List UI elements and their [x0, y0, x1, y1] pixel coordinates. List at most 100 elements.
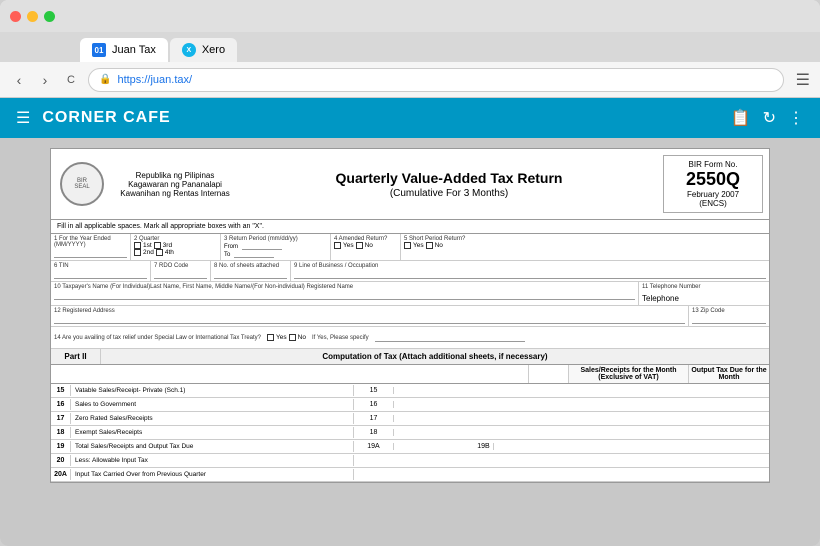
- q3-checkbox[interactable]: [154, 242, 161, 249]
- address-bar: ‹ › C 🔒 https://juan.tax/ ☰: [0, 62, 820, 98]
- hamburger-menu[interactable]: ☰: [16, 108, 30, 128]
- return-period-label: 3 Return Period (mm/dd/yy): [224, 236, 327, 242]
- taxpayer-label: 10 Taxpayer's Name (For Individual)Last …: [54, 284, 635, 290]
- col1-header: Sales/Receipts for the Month (Exclusive …: [569, 365, 689, 383]
- amended-yes-cb[interactable]: [334, 242, 341, 249]
- form-number-area: BIR Form No. 2550Q February 2007 (ENCS): [663, 155, 763, 213]
- specify-label: If Yes, Please specify: [312, 335, 369, 341]
- app-title: CORNER CAFE: [42, 109, 718, 127]
- cell-line-of-business: 9 Line of Business / Occupation: [291, 261, 769, 281]
- forward-button[interactable]: ›: [36, 71, 54, 89]
- agency-line3: Kawanihan ng Rentas Internas: [115, 189, 235, 198]
- form-date: February 2007: [687, 190, 739, 199]
- row15-num: 15: [51, 385, 71, 396]
- doc-icon[interactable]: 📋: [731, 108, 751, 128]
- rdo-input[interactable]: [154, 271, 207, 279]
- back-button[interactable]: ‹: [10, 71, 28, 89]
- refresh-button[interactable]: C: [62, 71, 80, 89]
- col2-header: Output Tax Due for the Month: [689, 365, 769, 383]
- to-input[interactable]: [234, 252, 274, 258]
- short-period-checkboxes: Yes No: [404, 242, 766, 249]
- tin-label: 6 TIN: [54, 263, 147, 269]
- browser-menu-icon[interactable]: ☰: [796, 70, 810, 90]
- q4-checkbox[interactable]: [156, 249, 163, 256]
- form-row-3: 10 Taxpayer's Name (For Individual)Last …: [51, 282, 769, 306]
- telephone-label: 11 Telephone Number: [642, 284, 766, 290]
- tab-xero[interactable]: X Xero: [170, 38, 237, 62]
- header-icons: 📋 ↻ ⋮: [731, 108, 804, 128]
- short-yes-cb[interactable]: [404, 242, 411, 249]
- more-menu-icon[interactable]: ⋮: [788, 108, 804, 128]
- browser-window: 01 Juan Tax X Xero ‹ › C 🔒 https://juan.…: [0, 0, 820, 546]
- tab-xero-label: Xero: [202, 44, 225, 56]
- row17-label: Zero Rated Sales/Receipts: [71, 413, 354, 424]
- q1-label: 1st: [143, 242, 152, 249]
- cell-short-period: 5 Short Period Return? Yes No: [401, 234, 769, 260]
- titlebar: [0, 0, 820, 32]
- rdo-label: 7 RDO Code: [154, 263, 207, 269]
- period-dates2: To: [224, 252, 327, 258]
- q2-checkbox[interactable]: [134, 249, 141, 256]
- relief-no-cb[interactable]: [289, 334, 296, 341]
- lob-input[interactable]: [294, 271, 766, 279]
- agency-line2: Kagawaran ng Pananalapi: [115, 180, 235, 189]
- minimize-button[interactable]: [27, 11, 38, 22]
- col-headers: Sales/Receipts for the Month (Exclusive …: [51, 365, 769, 384]
- row20a-num: 20A: [51, 469, 71, 480]
- year-label: 1 For the Year Ended (MM/YYYY): [54, 236, 127, 248]
- url-bar[interactable]: 🔒 https://juan.tax/: [88, 68, 784, 92]
- relief-yes-label: Yes: [276, 334, 287, 341]
- cell-year: 1 For the Year Ended (MM/YYYY): [51, 234, 131, 260]
- row18-label: Exempt Sales/Receipts: [71, 427, 354, 438]
- tax-form: BIRSEAL Republika ng Pilipinas Kagawaran…: [50, 148, 770, 483]
- zip-input[interactable]: [692, 316, 766, 324]
- specify-input[interactable]: [375, 334, 525, 342]
- tab-juan-tax[interactable]: 01 Juan Tax: [80, 38, 168, 62]
- url-text: https://juan.tax/: [117, 74, 192, 86]
- amended-yes-label: Yes: [343, 242, 354, 249]
- part2-title: Computation of Tax (Attach additional sh…: [101, 349, 769, 364]
- tin-input[interactable]: [54, 271, 147, 279]
- period-dates: From: [224, 244, 327, 250]
- cell-sheets: 8 No. of sheets attached: [211, 261, 291, 281]
- row19-num: 19: [51, 441, 71, 452]
- address-input[interactable]: [54, 316, 685, 324]
- zip-label: 13 Zip Code: [692, 308, 766, 314]
- sheets-input[interactable]: [214, 271, 287, 279]
- form-encs: (ENCS): [699, 199, 727, 208]
- amended-no-cb[interactable]: [356, 242, 363, 249]
- row16-label: Sales to Government: [71, 399, 354, 410]
- row-17: 17 Zero Rated Sales/Receipts 17: [51, 412, 769, 426]
- taxpayer-input[interactable]: [54, 292, 635, 300]
- tab-xero-icon: X: [182, 43, 196, 57]
- short-no-label: No: [435, 242, 443, 249]
- quarter-checkboxes: 1st 3rd: [134, 242, 217, 249]
- maximize-button[interactable]: [44, 11, 55, 22]
- q1-checkbox[interactable]: [134, 242, 141, 249]
- tax-relief-checkboxes: Yes No: [267, 334, 306, 341]
- cell-taxpayer-name: 10 Taxpayer's Name (For Individual)Last …: [51, 282, 639, 305]
- amended-checkboxes: Yes No: [334, 242, 397, 249]
- tab-juan-label: Juan Tax: [112, 44, 156, 56]
- short-no-cb[interactable]: [426, 242, 433, 249]
- cell-tin: 6 TIN: [51, 261, 151, 281]
- row-20: 20 Less: Allowable Input Tax: [51, 454, 769, 468]
- form-number: 2550Q: [686, 169, 740, 190]
- year-input[interactable]: [54, 250, 127, 258]
- cell-zip: 13 Zip Code: [689, 306, 769, 326]
- row-18: 18 Exempt Sales/Receipts 18: [51, 426, 769, 440]
- form-instructions: Fill in all applicable spaces. Mark all …: [51, 220, 769, 234]
- relief-yes-cb[interactable]: [267, 334, 274, 341]
- cell-return-period: 3 Return Period (mm/dd/yy) From To: [221, 234, 331, 260]
- from-input[interactable]: [242, 244, 282, 250]
- form-subtitle: (Cumulative For 3 Months): [243, 188, 655, 199]
- q4-label: 4th: [165, 249, 174, 256]
- close-button[interactable]: [10, 11, 21, 22]
- row20-label: Less: Allowable Input Tax: [71, 455, 354, 466]
- cell-address: 12 Registered Address: [51, 306, 689, 326]
- form-main-title: Quarterly Value-Added Tax Return: [243, 170, 655, 186]
- form-row-5: 14 Are you availing of tax relief under …: [51, 327, 769, 349]
- row20-num: 20: [51, 455, 71, 466]
- form-agency: Republika ng Pilipinas Kagawaran ng Pana…: [115, 155, 235, 213]
- refresh-icon[interactable]: ↻: [763, 108, 776, 128]
